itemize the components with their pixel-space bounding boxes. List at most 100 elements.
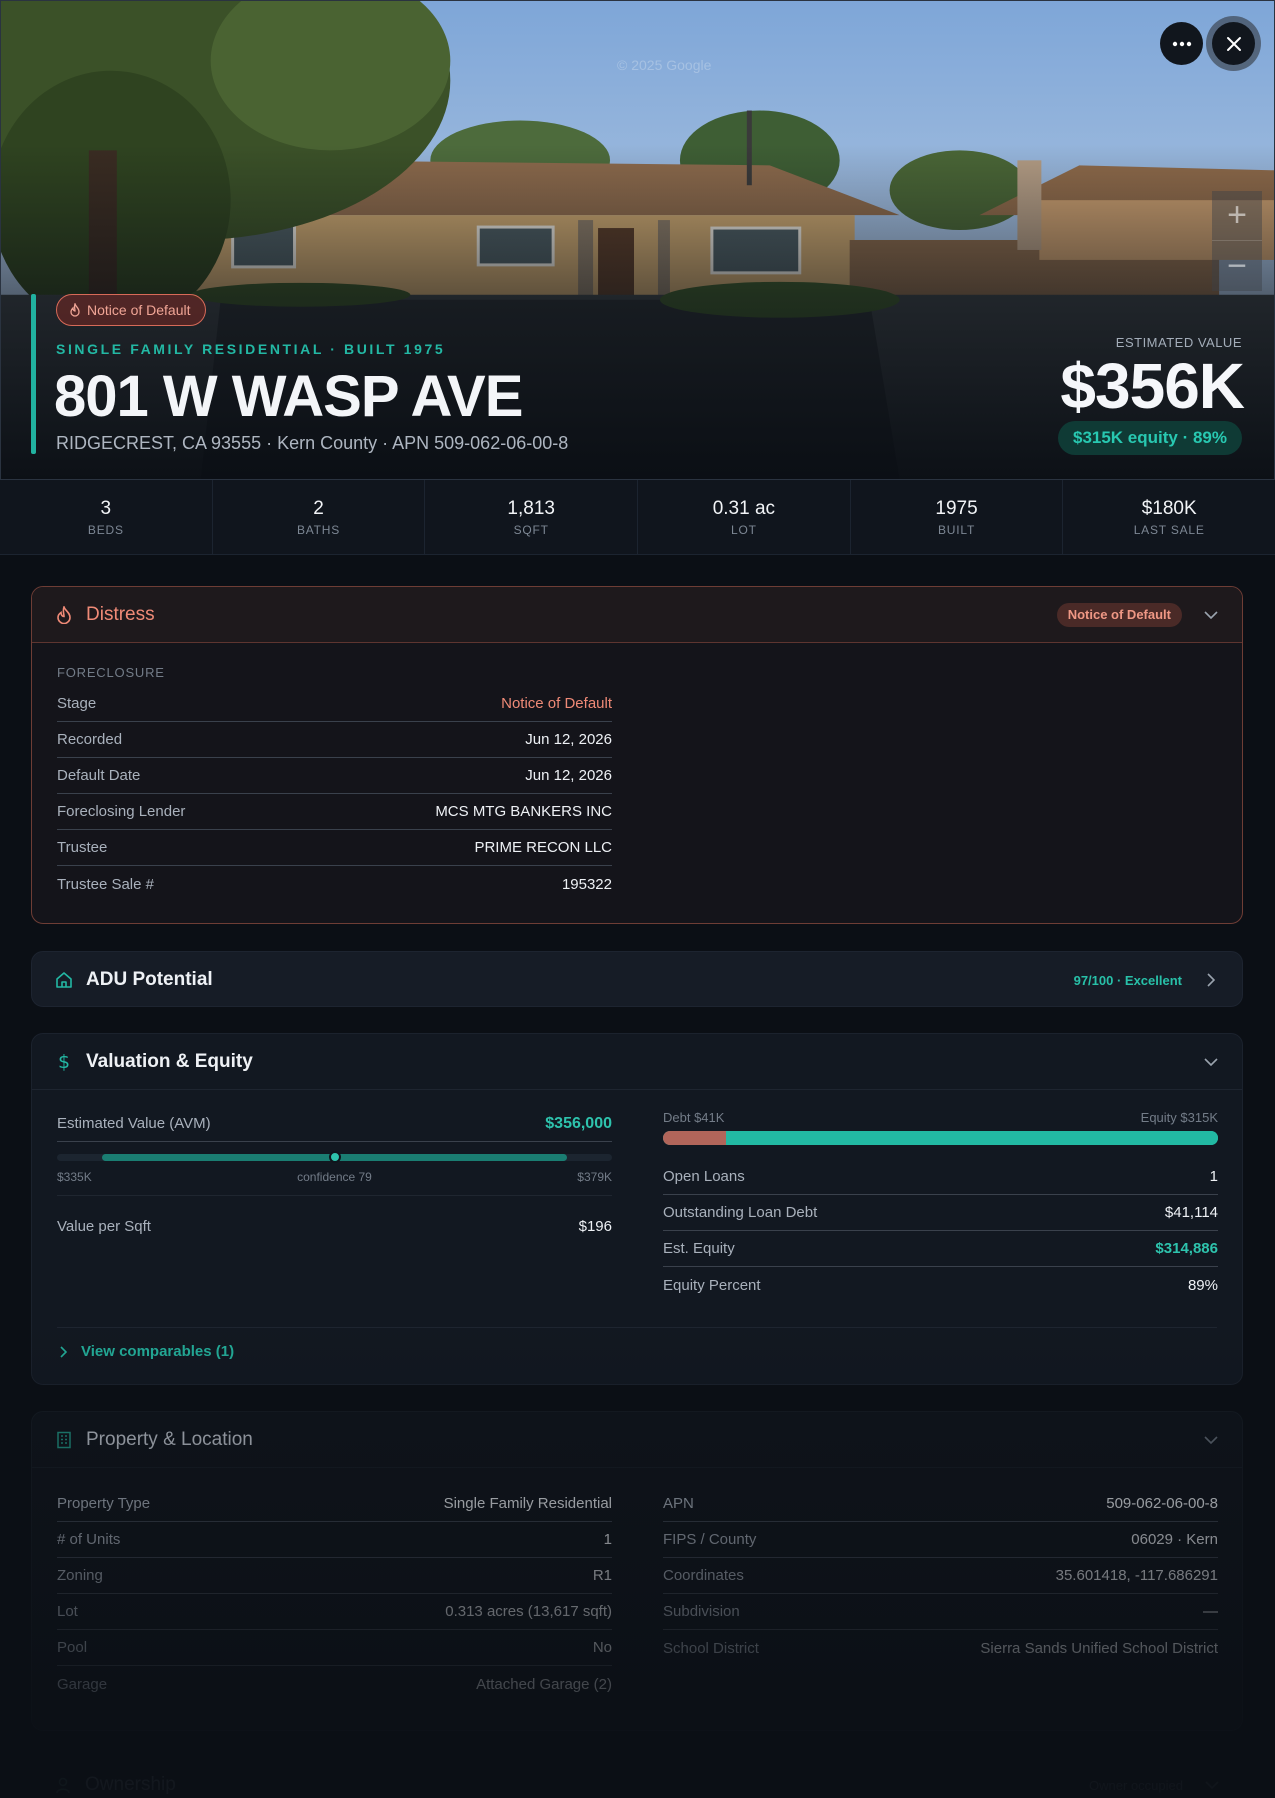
- zoom-in-button[interactable]: +: [1212, 191, 1262, 241]
- kv-value: R1: [592, 1567, 612, 1584]
- stat-baths: 2 BATHS: [213, 480, 426, 554]
- kv-value: $314,886: [1155, 1240, 1218, 1257]
- adu-potential-card[interactable]: ADU Potential 97/100 · Excellent: [31, 951, 1243, 1007]
- stat-beds: 3 BEDS: [0, 480, 213, 554]
- stat-label: LOT: [730, 523, 757, 537]
- debt-equity-labels: Debt $41K Equity $315K: [663, 1110, 1218, 1125]
- kv-row: Subdivision —: [663, 1594, 1218, 1630]
- distress-card: Distress Notice of Default FORECLOSURE S…: [31, 586, 1243, 924]
- kv-value: 509-062-06-00-8: [1106, 1495, 1218, 1512]
- equity-pill: $315K equity · 89%: [1057, 421, 1242, 455]
- kv-value: 35.601418, -117.686291: [1055, 1567, 1218, 1584]
- kv-row: APN 509-062-06-00-8: [663, 1486, 1218, 1522]
- kv-key: Recorded: [57, 731, 123, 748]
- kv-row: School District Sierra Sands Unified Scho…: [663, 1630, 1218, 1666]
- chevron-down-icon[interactable]: [1202, 606, 1220, 624]
- chevron-right-icon[interactable]: [1202, 971, 1220, 989]
- more-options-button[interactable]: [1160, 22, 1203, 65]
- kv-key: School District: [663, 1639, 759, 1657]
- kv-row: Open Loans 1: [663, 1159, 1218, 1195]
- dollar-icon: $: [57, 1050, 71, 1073]
- kv-key: APN: [663, 1495, 694, 1512]
- confidence-label: confidence 79: [297, 1170, 372, 1184]
- kv-value: 0.313 acres (13,617 sqft): [445, 1603, 612, 1620]
- stat-value: 0.31 ac: [712, 498, 776, 519]
- close-button[interactable]: [1212, 22, 1255, 65]
- property-location-line: RIDGECREST, CA 93555 · Kern County · APN…: [56, 433, 569, 453]
- debt-segment: [663, 1131, 727, 1145]
- kv-key: Default Date: [57, 767, 141, 784]
- home-icon: [54, 970, 74, 990]
- kv-key: Coordinates: [663, 1567, 744, 1584]
- kv-key: Stage: [57, 695, 97, 712]
- property-hero: © 2025 Google + − Notice of Default SING…: [0, 0, 1275, 480]
- stat-last-sale: $180K LAST SALE: [1063, 480, 1275, 554]
- kv-key: Subdivision: [663, 1603, 740, 1620]
- valuation-equity-card: $ Valuation & Equity Estimated Value (AV…: [31, 1033, 1243, 1385]
- stat-label: SQFT: [513, 523, 549, 537]
- valuation-card-header[interactable]: $ Valuation & Equity: [32, 1034, 1242, 1090]
- chevron-down-icon[interactable]: [1202, 1431, 1220, 1449]
- stat-value: 2: [313, 498, 324, 519]
- chevron-down-icon[interactable]: [1202, 1053, 1220, 1071]
- kv-value: Sierra Sands Unified School District: [980, 1639, 1218, 1657]
- avm-range: $335K confidence 79 $379K: [57, 1142, 612, 1196]
- kv-value: —: [1203, 1603, 1218, 1620]
- kv-row: Coordinates 35.601418, -117.686291: [663, 1558, 1218, 1594]
- equity-rows: Open Loans 1 Outstanding Loan Debt $41,114…: [663, 1159, 1218, 1303]
- kv-value: 1: [603, 1531, 612, 1548]
- zoom-out-button[interactable]: −: [1212, 241, 1262, 291]
- avm-label: Estimated Value (AVM): [57, 1115, 211, 1132]
- kv-key: Property Type: [57, 1495, 151, 1512]
- kv-value: Notice of Default: [501, 695, 612, 712]
- avm-value: $356,000: [545, 1114, 612, 1132]
- flame-icon: [54, 605, 74, 625]
- kv-value: $196: [578, 1217, 612, 1235]
- valuation-right-column: Debt $41K Equity $315K Open Loans 1 Outst…: [663, 1110, 1218, 1303]
- stat-lot: 0.31 ac LOT: [638, 480, 851, 554]
- adu-card-header[interactable]: ADU Potential 97/100 · Excellent: [32, 952, 1242, 1006]
- chevron-right-icon: [60, 1345, 67, 1358]
- stat-built: 1975 BUILT: [851, 480, 1064, 554]
- kv-key: Outstanding Loan Debt: [663, 1204, 818, 1221]
- kv-value: $41,114: [1164, 1204, 1218, 1221]
- property-card-header[interactable]: Property & Location: [32, 1412, 1242, 1468]
- stat-label: LAST SALE: [1133, 523, 1205, 537]
- kv-key: Equity Percent: [663, 1276, 761, 1294]
- ownership-title: Ownership: [85, 1774, 176, 1795]
- view-comparables-link[interactable]: View comparables (1): [60, 1343, 234, 1360]
- distress-card-header[interactable]: Distress Notice of Default: [32, 587, 1242, 643]
- avm-range-marker: [328, 1151, 341, 1163]
- map-attribution: © 2025 Google: [617, 57, 712, 73]
- debt-label: Debt $41K: [663, 1110, 725, 1125]
- chevron-down-icon[interactable]: [1203, 1776, 1221, 1794]
- kv-key: Zoning: [57, 1567, 103, 1584]
- ownership-card-header[interactable]: Ownership Owner occupied: [31, 1757, 1243, 1798]
- kv-row: Stage Notice of Default: [57, 686, 612, 722]
- property-right-column: APN 509-062-06-00-8 FIPS / County 06029 · …: [663, 1486, 1218, 1666]
- map-zoom-control: + −: [1212, 191, 1262, 291]
- kv-key: Foreclosing Lender: [57, 803, 186, 820]
- property-subtitle: SINGLE FAMILY RESIDENTIAL · BUILT 1975: [56, 341, 446, 357]
- adu-score: 97/100 · Excellent: [1073, 972, 1182, 988]
- property-stats-bar: 3 BEDS 2 BATHS 1,813 SQFT 0.31 ac LOT 1975 BU…: [0, 480, 1275, 555]
- stat-label: BATHS: [296, 523, 341, 537]
- kv-value: 1: [1209, 1168, 1218, 1185]
- kv-key: Trustee Sale #: [57, 875, 154, 893]
- property-location-card: Property & Location Property Type Single …: [31, 1411, 1243, 1731]
- equity-label: Equity $315K: [1140, 1110, 1218, 1125]
- divider: [57, 1327, 1217, 1328]
- kv-value: Jun 12, 2026: [525, 731, 612, 748]
- kv-value: PRIME RECON LLC: [474, 839, 612, 856]
- stat-value: $180K: [1141, 498, 1197, 519]
- kv-row: Property Type Single Family Residential: [57, 1486, 612, 1522]
- kv-row: Garage Attached Garage (2): [57, 1666, 612, 1702]
- kv-row: Trustee PRIME RECON LLC: [57, 830, 612, 866]
- building-icon: [54, 1430, 74, 1450]
- avm-row: Estimated Value (AVM) $356,000: [57, 1106, 612, 1142]
- flame-icon: [70, 303, 80, 317]
- stat-sqft: 1,813 SQFT: [425, 480, 639, 554]
- kv-row: Outstanding Loan Debt $41,114: [663, 1195, 1218, 1231]
- kv-key: Garage: [57, 1675, 108, 1693]
- ownership-card[interactable]: Ownership Owner occupied: [31, 1757, 1243, 1798]
